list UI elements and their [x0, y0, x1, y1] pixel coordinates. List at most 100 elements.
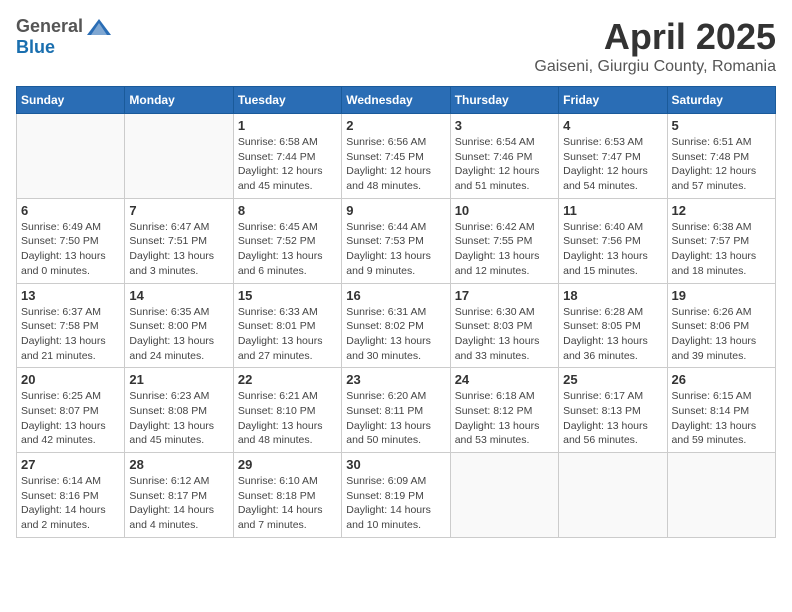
- calendar-day-cell: 6 Sunrise: 6:49 AM Sunset: 7:50 PM Daylig…: [17, 198, 125, 283]
- location-title: Gaiseni, Giurgiu County, Romania: [534, 58, 776, 76]
- calendar-day-cell: 10 Sunrise: 6:42 AM Sunset: 7:55 PM Dayli…: [450, 198, 558, 283]
- day-info: Sunrise: 6:58 AM Sunset: 7:44 PM Dayligh…: [238, 135, 337, 194]
- day-info: Sunrise: 6:18 AM Sunset: 8:12 PM Dayligh…: [455, 389, 554, 448]
- calendar-week-row: 27 Sunrise: 6:14 AM Sunset: 8:16 PM Dayli…: [17, 453, 776, 538]
- day-number: 3: [455, 118, 554, 133]
- calendar-day-cell: 11 Sunrise: 6:40 AM Sunset: 7:56 PM Dayli…: [559, 198, 667, 283]
- day-number: 25: [563, 372, 662, 387]
- day-number: 26: [672, 372, 771, 387]
- calendar-day-cell: 12Sunrise: 6:38 AM Sunset: 7:57 PM Dayli…: [667, 198, 775, 283]
- day-info: Sunrise: 6:53 AM Sunset: 7:47 PM Dayligh…: [563, 135, 662, 194]
- day-number: 9: [346, 203, 445, 218]
- day-info: Sunrise: 6:44 AM Sunset: 7:53 PM Dayligh…: [346, 220, 445, 279]
- day-of-week-header: Saturday: [667, 87, 775, 114]
- day-number: 5: [672, 118, 771, 133]
- day-info: Sunrise: 6:26 AM Sunset: 8:06 PM Dayligh…: [672, 305, 771, 364]
- day-number: 6: [21, 203, 120, 218]
- day-number: 21: [129, 372, 228, 387]
- day-number: 16: [346, 288, 445, 303]
- calendar-day-cell: 14 Sunrise: 6:35 AM Sunset: 8:00 PM Dayli…: [125, 283, 233, 368]
- day-number: 23: [346, 372, 445, 387]
- calendar-week-row: 20 Sunrise: 6:25 AM Sunset: 8:07 PM Dayli…: [17, 368, 776, 453]
- calendar-day-cell: 26 Sunrise: 6:15 AM Sunset: 8:14 PM Dayli…: [667, 368, 775, 453]
- day-number: 27: [21, 457, 120, 472]
- day-info: Sunrise: 6:15 AM Sunset: 8:14 PM Dayligh…: [672, 389, 771, 448]
- calendar-day-cell: 5 Sunrise: 6:51 AM Sunset: 7:48 PM Daylig…: [667, 114, 775, 199]
- calendar-day-cell: 3Sunrise: 6:54 AM Sunset: 7:46 PM Daylig…: [450, 114, 558, 199]
- day-info: Sunrise: 6:09 AM Sunset: 8:19 PM Dayligh…: [346, 474, 445, 533]
- day-number: 18: [563, 288, 662, 303]
- day-info: Sunrise: 6:20 AM Sunset: 8:11 PM Dayligh…: [346, 389, 445, 448]
- calendar-day-cell: [667, 453, 775, 538]
- day-info: Sunrise: 6:25 AM Sunset: 8:07 PM Dayligh…: [21, 389, 120, 448]
- day-number: 19: [672, 288, 771, 303]
- day-of-week-header: Tuesday: [233, 87, 341, 114]
- calendar-day-cell: 4 Sunrise: 6:53 AM Sunset: 7:47 PM Daylig…: [559, 114, 667, 199]
- day-number: 17: [455, 288, 554, 303]
- header: General Blue April 2025 Gaiseni, Giurgiu…: [16, 16, 776, 76]
- calendar-day-cell: 29 Sunrise: 6:10 AM Sunset: 8:18 PM Dayli…: [233, 453, 341, 538]
- day-info: Sunrise: 6:31 AM Sunset: 8:02 PM Dayligh…: [346, 305, 445, 364]
- calendar-day-cell: 23 Sunrise: 6:20 AM Sunset: 8:11 PM Dayli…: [342, 368, 450, 453]
- calendar-day-cell: 1 Sunrise: 6:58 AM Sunset: 7:44 PM Daylig…: [233, 114, 341, 199]
- calendar-day-cell: 18 Sunrise: 6:28 AM Sunset: 8:05 PM Dayli…: [559, 283, 667, 368]
- day-number: 29: [238, 457, 337, 472]
- day-info: Sunrise: 6:17 AM Sunset: 8:13 PM Dayligh…: [563, 389, 662, 448]
- day-info: Sunrise: 6:49 AM Sunset: 7:50 PM Dayligh…: [21, 220, 120, 279]
- day-info: Sunrise: 6:28 AM Sunset: 8:05 PM Dayligh…: [563, 305, 662, 364]
- calendar-day-cell: 24Sunrise: 6:18 AM Sunset: 8:12 PM Dayli…: [450, 368, 558, 453]
- calendar-week-row: 6 Sunrise: 6:49 AM Sunset: 7:50 PM Daylig…: [17, 198, 776, 283]
- day-info: Sunrise: 6:40 AM Sunset: 7:56 PM Dayligh…: [563, 220, 662, 279]
- day-of-week-header: Thursday: [450, 87, 558, 114]
- day-number: 20: [21, 372, 120, 387]
- calendar-day-cell: 30Sunrise: 6:09 AM Sunset: 8:19 PM Dayli…: [342, 453, 450, 538]
- day-of-week-header: Wednesday: [342, 87, 450, 114]
- title-area: April 2025 Gaiseni, Giurgiu County, Roma…: [534, 16, 776, 76]
- day-info: Sunrise: 6:21 AM Sunset: 8:10 PM Dayligh…: [238, 389, 337, 448]
- day-number: 2: [346, 118, 445, 133]
- calendar-day-cell: 19 Sunrise: 6:26 AM Sunset: 8:06 PM Dayli…: [667, 283, 775, 368]
- day-number: 7: [129, 203, 228, 218]
- calendar-day-cell: [559, 453, 667, 538]
- day-number: 15: [238, 288, 337, 303]
- calendar-day-cell: 13 Sunrise: 6:37 AM Sunset: 7:58 PM Dayli…: [17, 283, 125, 368]
- calendar-week-row: 1 Sunrise: 6:58 AM Sunset: 7:44 PM Daylig…: [17, 114, 776, 199]
- calendar-day-cell: 21Sunrise: 6:23 AM Sunset: 8:08 PM Dayli…: [125, 368, 233, 453]
- logo-blue-text: Blue: [16, 37, 55, 58]
- day-info: Sunrise: 6:10 AM Sunset: 8:18 PM Dayligh…: [238, 474, 337, 533]
- day-info: Sunrise: 6:33 AM Sunset: 8:01 PM Dayligh…: [238, 305, 337, 364]
- day-info: Sunrise: 6:14 AM Sunset: 8:16 PM Dayligh…: [21, 474, 120, 533]
- calendar-day-cell: 25 Sunrise: 6:17 AM Sunset: 8:13 PM Dayli…: [559, 368, 667, 453]
- calendar-day-cell: 20 Sunrise: 6:25 AM Sunset: 8:07 PM Dayli…: [17, 368, 125, 453]
- day-number: 1: [238, 118, 337, 133]
- day-number: 4: [563, 118, 662, 133]
- day-of-week-header: Monday: [125, 87, 233, 114]
- calendar-day-cell: 2Sunrise: 6:56 AM Sunset: 7:45 PM Daylig…: [342, 114, 450, 199]
- month-title: April 2025: [534, 16, 776, 58]
- calendar-day-cell: 27 Sunrise: 6:14 AM Sunset: 8:16 PM Dayli…: [17, 453, 125, 538]
- logo: General Blue: [16, 16, 113, 58]
- calendar-day-cell: 8 Sunrise: 6:45 AM Sunset: 7:52 PM Daylig…: [233, 198, 341, 283]
- calendar-day-cell: 15 Sunrise: 6:33 AM Sunset: 8:01 PM Dayli…: [233, 283, 341, 368]
- day-info: Sunrise: 6:37 AM Sunset: 7:58 PM Dayligh…: [21, 305, 120, 364]
- day-info: Sunrise: 6:35 AM Sunset: 8:00 PM Dayligh…: [129, 305, 228, 364]
- day-number: 14: [129, 288, 228, 303]
- calendar-week-row: 13 Sunrise: 6:37 AM Sunset: 7:58 PM Dayli…: [17, 283, 776, 368]
- day-number: 11: [563, 203, 662, 218]
- calendar-day-cell: [450, 453, 558, 538]
- calendar-header-row: SundayMondayTuesdayWednesdayThursdayFrid…: [17, 87, 776, 114]
- day-info: Sunrise: 6:42 AM Sunset: 7:55 PM Dayligh…: [455, 220, 554, 279]
- day-number: 28: [129, 457, 228, 472]
- calendar-day-cell: 7 Sunrise: 6:47 AM Sunset: 7:51 PM Daylig…: [125, 198, 233, 283]
- day-number: 22: [238, 372, 337, 387]
- day-info: Sunrise: 6:45 AM Sunset: 7:52 PM Dayligh…: [238, 220, 337, 279]
- day-number: 10: [455, 203, 554, 218]
- day-number: 13: [21, 288, 120, 303]
- day-info: Sunrise: 6:51 AM Sunset: 7:48 PM Dayligh…: [672, 135, 771, 194]
- day-info: Sunrise: 6:30 AM Sunset: 8:03 PM Dayligh…: [455, 305, 554, 364]
- calendar-day-cell: 28Sunrise: 6:12 AM Sunset: 8:17 PM Dayli…: [125, 453, 233, 538]
- logo-general-text: General: [16, 16, 83, 37]
- day-number: 8: [238, 203, 337, 218]
- calendar-day-cell: [125, 114, 233, 199]
- day-info: Sunrise: 6:47 AM Sunset: 7:51 PM Dayligh…: [129, 220, 228, 279]
